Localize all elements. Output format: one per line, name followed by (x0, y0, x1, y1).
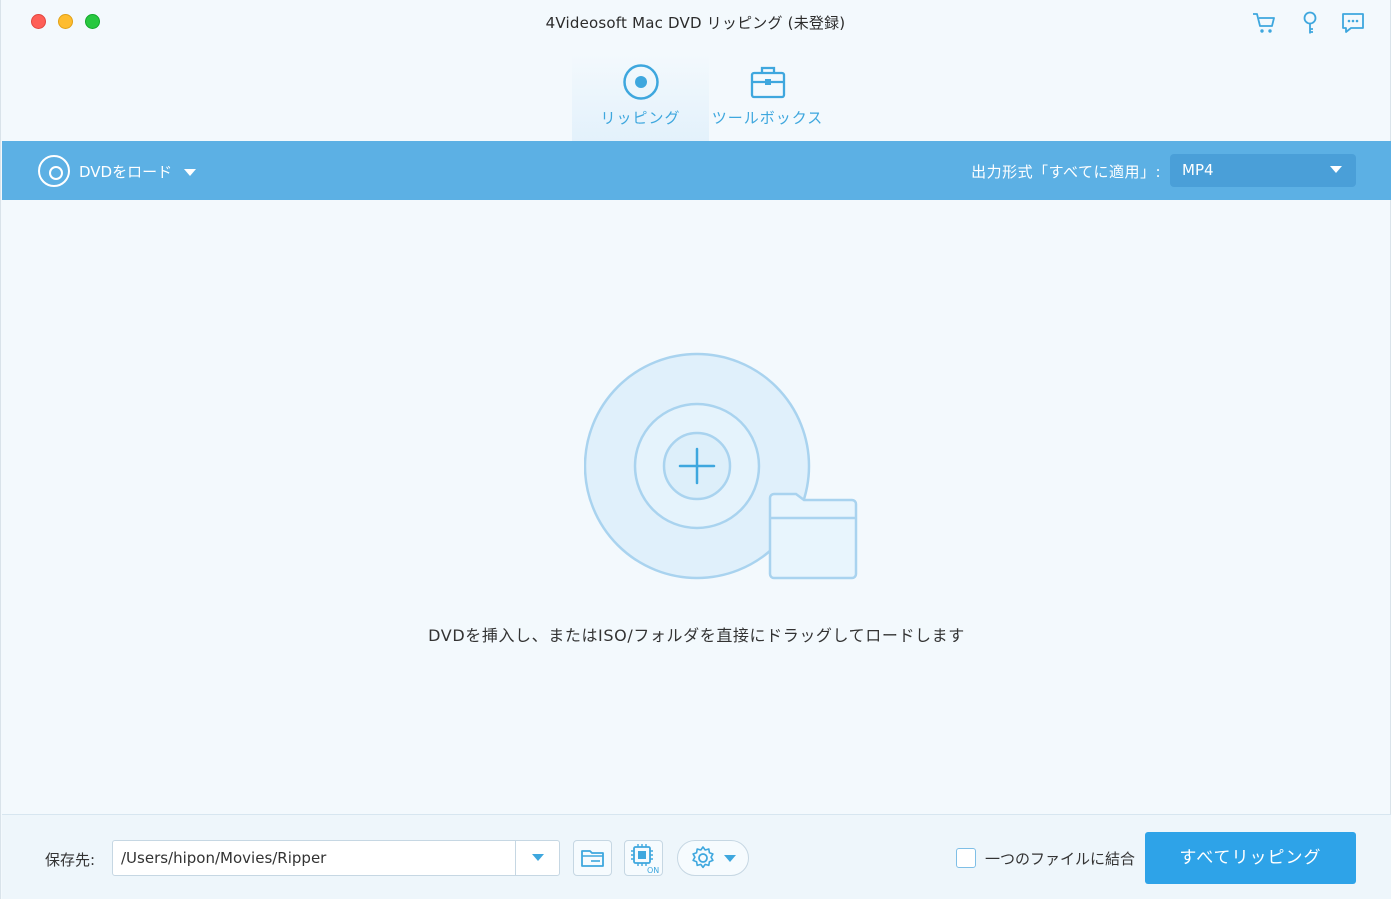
chevron-down-icon (184, 169, 197, 176)
hw-accel-badge: ON (647, 866, 659, 875)
save-path-dropdown[interactable] (515, 841, 559, 875)
drop-zone[interactable]: DVDを挿入し、またはISO/フォルダを直接にドラッグしてロードします (2, 200, 1391, 814)
save-path-input[interactable] (113, 841, 515, 875)
drop-hint: DVDを挿入し、またはISO/フォルダを直接にドラッグしてロードします (428, 626, 965, 645)
title-bar: 4Videosoft Mac DVD リッピング (未登録) (1, 0, 1390, 44)
tab-ripping[interactable]: リッピング (572, 55, 709, 141)
cart-icon[interactable] (1251, 10, 1277, 36)
tab-ripping-label: リッピング (600, 109, 681, 127)
merge-label: 一つのファイルに結合 (985, 850, 1136, 868)
tab-toolbox[interactable]: ツールボックス (699, 55, 836, 141)
window-title: 4Videosoft Mac DVD リッピング (未登録) (545, 14, 846, 32)
folder-icon (581, 850, 604, 867)
load-dvd-button[interactable]: DVDをロード (38, 155, 197, 187)
output-format-select[interactable]: MP4 (1170, 154, 1356, 187)
chevron-down-icon (1330, 166, 1342, 173)
add-dvd-icon[interactable] (584, 352, 860, 580)
save-path-field (112, 840, 560, 876)
merge-checkbox[interactable] (956, 848, 976, 868)
cpu-icon: ON (631, 844, 659, 875)
hardware-acceleration-button[interactable]: ON (624, 840, 663, 876)
rip-all-button[interactable]: すべてリッピング (1145, 832, 1356, 884)
app-window: 4Videosoft Mac DVD リッピング (未登録) リッピング ツール… (0, 0, 1391, 899)
bottom-bar: 保存先: ON (2, 814, 1391, 899)
toolbox-icon (750, 66, 785, 99)
feedback-icon[interactable] (1340, 10, 1366, 36)
save-to-label: 保存先: (45, 851, 96, 869)
chevron-down-icon (532, 854, 544, 861)
main-toolbar: DVDをロード 出力形式「すべてに適用」: MP4 (2, 141, 1391, 200)
load-dvd-label: DVDをロード (79, 162, 173, 181)
gear-icon (692, 846, 736, 869)
settings-button[interactable] (677, 840, 749, 876)
disc-icon (622, 64, 659, 100)
dvd-icon (38, 155, 70, 187)
open-folder-button[interactable] (573, 840, 612, 876)
tab-toolbox-label: ツールボックス (711, 109, 824, 127)
output-format-label: 出力形式「すべてに適用」: (971, 163, 1161, 181)
output-format-value: MP4 (1182, 161, 1214, 179)
key-icon[interactable] (1297, 10, 1323, 36)
